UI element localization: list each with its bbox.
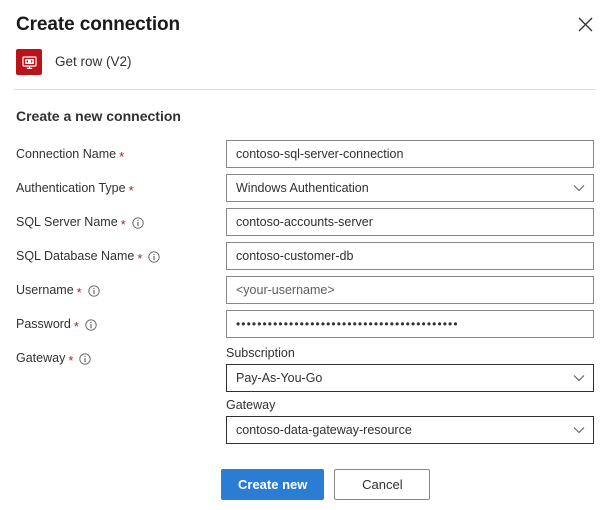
form-row-authentication-type: Authentication Type * <box>16 174 602 203</box>
form-row-gateway: Gateway * Subscription Pay-As-You-Go Gat… <box>16 344 602 444</box>
form-row-connection-name: Connection Name * <box>16 140 602 169</box>
label-username: Username * <box>16 276 226 300</box>
control-password <box>226 310 602 338</box>
dialog-footer: Create new Cancel <box>16 449 602 500</box>
label-text: SQL Database Name <box>16 249 135 263</box>
connector-row: Get row (V2) <box>0 37 610 75</box>
password-input[interactable] <box>226 310 594 338</box>
form-row-sql-server-name: SQL Server Name * <box>16 208 602 237</box>
required-marker: * <box>137 250 143 266</box>
gateway-select-input[interactable] <box>226 416 594 444</box>
control-sql-database-name <box>226 242 602 270</box>
close-icon <box>578 17 593 32</box>
connector-name: Get row (V2) <box>55 54 132 69</box>
control-gateway: Subscription Gateway <box>226 344 602 444</box>
label-text: Username <box>16 283 74 297</box>
sql-database-name-input[interactable] <box>226 242 594 270</box>
required-marker: * <box>128 182 134 198</box>
sql-server-monitor-icon <box>16 49 42 75</box>
page-title: Create connection <box>16 14 181 35</box>
gateway-dropdown[interactable] <box>226 416 594 444</box>
control-sql-server-name <box>226 208 602 236</box>
required-marker: * <box>68 352 74 368</box>
authentication-type-dropdown[interactable] <box>226 174 594 202</box>
authentication-type-input[interactable] <box>226 174 594 202</box>
section-heading: Create a new connection <box>16 108 181 124</box>
label-text: Gateway <box>16 351 66 365</box>
create-new-button[interactable]: Create new <box>221 469 325 500</box>
required-marker: * <box>120 216 126 232</box>
label-connection-name: Connection Name * <box>16 140 226 164</box>
label-authentication-type: Authentication Type * <box>16 174 226 198</box>
info-icon[interactable] <box>79 352 92 365</box>
label-text: Connection Name <box>16 147 117 161</box>
required-marker: * <box>119 148 125 164</box>
connection-form: Connection Name * Authentication Type * <box>0 126 610 500</box>
info-icon[interactable] <box>148 250 161 263</box>
username-input[interactable] <box>226 276 594 304</box>
required-marker: * <box>76 284 82 300</box>
connection-name-input[interactable] <box>226 140 594 168</box>
panel-header: Create connection <box>0 0 610 37</box>
label-sql-server-name: SQL Server Name * <box>16 208 226 232</box>
control-username <box>226 276 602 304</box>
sql-server-name-input[interactable] <box>226 208 594 236</box>
cancel-button[interactable]: Cancel <box>334 469 431 500</box>
control-authentication-type <box>226 174 602 202</box>
label-text: Password <box>16 317 71 331</box>
subscription-input[interactable] <box>226 364 594 392</box>
label-gateway: Gateway * <box>16 344 226 368</box>
label-sql-database-name: SQL Database Name * <box>16 242 226 266</box>
required-marker: * <box>73 318 79 334</box>
gateway-group: Subscription Gateway <box>226 344 594 444</box>
form-row-sql-database-name: SQL Database Name * <box>16 242 602 271</box>
subscription-dropdown[interactable] <box>226 364 594 392</box>
control-connection-name <box>226 140 602 168</box>
info-icon[interactable] <box>132 216 144 229</box>
close-button[interactable] <box>570 9 600 39</box>
info-icon[interactable] <box>85 318 97 331</box>
label-text: SQL Server Name <box>16 215 118 229</box>
label-text: Authentication Type <box>16 181 126 195</box>
label-password: Password * <box>16 310 226 334</box>
gateway-select-label: Gateway <box>226 398 276 412</box>
info-icon[interactable] <box>88 284 100 297</box>
subscription-label: Subscription <box>226 346 295 360</box>
form-row-username: Username * <box>16 276 602 305</box>
form-row-password: Password * <box>16 310 602 339</box>
